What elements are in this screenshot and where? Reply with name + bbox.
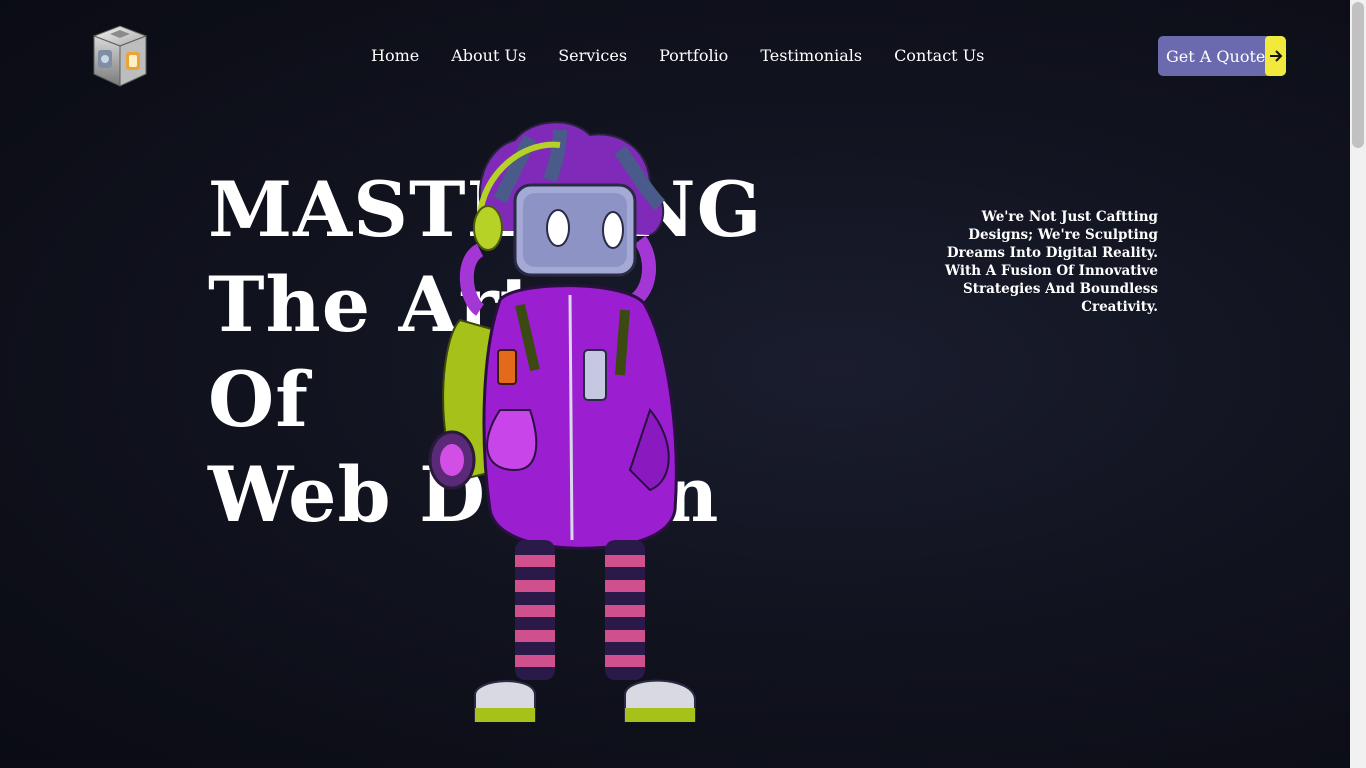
nav-item-portfolio[interactable]: Portfolio xyxy=(659,46,728,65)
robot-character-illustration xyxy=(428,121,696,722)
arrow-right-icon xyxy=(1265,36,1286,76)
get-a-quote-button[interactable]: Get A Quote xyxy=(1158,36,1286,76)
nav-item-testimonials[interactable]: Testimonials xyxy=(760,46,862,65)
get-a-quote-label: Get A Quote xyxy=(1166,46,1266,66)
nav-item-about-us[interactable]: About Us xyxy=(451,46,526,65)
hero-tagline: We're Not Just Caftting Designs; We're S… xyxy=(945,209,1158,315)
nav-item-contact-us[interactable]: Contact Us xyxy=(894,46,984,65)
logo-cube-icon[interactable] xyxy=(86,22,154,90)
nav-item-home[interactable]: Home xyxy=(371,46,419,65)
scrollbar-thumb[interactable] xyxy=(1352,2,1364,148)
main-nav: Home About Us Services Portfolio Testimo… xyxy=(371,45,1016,67)
nav-item-services[interactable]: Services xyxy=(558,46,627,65)
